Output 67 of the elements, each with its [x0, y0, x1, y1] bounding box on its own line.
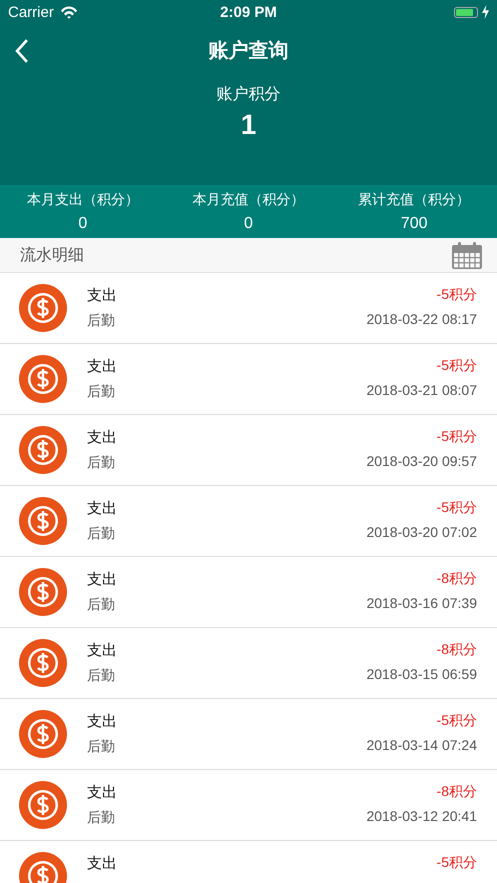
record-amount: -8积分	[436, 783, 477, 801]
section-title: 流水明细	[20, 246, 84, 266]
record-category: 后勤	[87, 454, 116, 472]
record-title: 支出	[87, 570, 118, 589]
record-time: 2018-03-15 06:59	[366, 666, 477, 682]
page-title: 账户查询	[208, 38, 288, 64]
coin-icon	[19, 781, 67, 829]
record-title: 支出	[87, 854, 118, 873]
record-amount: -5积分	[436, 357, 477, 375]
stat-value: 700	[400, 215, 428, 233]
coin-icon	[19, 710, 67, 758]
record-time: 2018-03-16 07:39	[366, 595, 477, 611]
balance-value: 1	[240, 109, 256, 141]
record-title: 支出	[87, 641, 118, 660]
coin-icon	[19, 639, 67, 687]
record-category: 后勤	[87, 312, 116, 330]
record-row[interactable]: 支出 后勤 -5积分 2018-03-20 07:02	[0, 486, 497, 557]
record-amount: -5积分	[436, 428, 477, 446]
record-time: 2018-03-21 08:07	[366, 382, 477, 398]
record-category: 后勤	[87, 809, 116, 827]
record-row[interactable]: 支出 后勤 -8积分 2018-03-16 07:39	[0, 557, 497, 628]
coin-icon	[19, 426, 67, 474]
stat-label: 本月支出（积分）	[26, 191, 139, 209]
stat-value: 0	[78, 215, 88, 233]
status-time: 2:09 PM	[220, 4, 277, 20]
record-amount: -8积分	[436, 570, 477, 588]
coin-icon	[19, 568, 67, 616]
coin-icon	[19, 284, 67, 332]
record-category: 后勤	[87, 383, 116, 401]
record-category: 后勤	[87, 738, 116, 756]
record-row[interactable]: 支出 后勤 -5积分 2018-03-20 09:57	[0, 415, 497, 486]
stat-label: 本月充值（积分）	[192, 191, 304, 209]
record-amount: -5积分	[436, 499, 477, 517]
charging-icon	[482, 5, 489, 19]
record-time: 2018-03-14 07:24	[366, 737, 477, 753]
wifi-icon	[60, 6, 78, 18]
record-time: 2018-03-22 08:17	[366, 311, 477, 327]
carrier-name: Carrier	[8, 4, 54, 20]
stat-value: 0	[244, 215, 253, 233]
record-row[interactable]: 支出 后勤 -5积分 2018-03-14 07:24	[0, 699, 497, 770]
record-row[interactable]: 支出 后勤 -5积分 2018-03-21 08:07	[0, 344, 497, 415]
coin-icon	[19, 355, 67, 403]
record-row[interactable]: 支出 后勤 -8积分 2018-03-12 20:41	[0, 770, 497, 841]
record-category: 后勤	[87, 596, 116, 614]
record-amount: -8积分	[436, 641, 477, 659]
record-title: 支出	[87, 357, 118, 376]
record-row[interactable]: 支出 后勤 -5积分 2018-03-22 08:17	[0, 273, 497, 344]
record-category: 后勤	[87, 525, 116, 543]
battery-icon	[454, 6, 478, 18]
record-amount: -5积分	[436, 286, 477, 304]
record-title: 支出	[87, 428, 118, 447]
record-time: 2018-03-20 07:02	[366, 524, 477, 540]
record-title: 支出	[87, 783, 118, 802]
record-time: 2018-03-12 20:41	[366, 808, 477, 824]
record-category: 后勤	[87, 667, 116, 685]
balance-label: 账户积分	[216, 84, 280, 105]
calendar-icon[interactable]	[452, 242, 482, 268]
record-row[interactable]: 支出 后勤 -8积分 2018-03-15 06:59	[0, 628, 497, 699]
record-title: 支出	[87, 286, 118, 305]
stat-label: 累计充值（积分）	[358, 191, 470, 209]
coin-icon	[19, 497, 67, 545]
record-row[interactable]: 支出 -5积分	[0, 841, 497, 883]
record-title: 支出	[87, 499, 118, 518]
record-amount: -5积分	[436, 854, 477, 872]
record-time: 2018-03-20 09:57	[366, 453, 477, 469]
record-amount: -5积分	[436, 712, 477, 730]
record-title: 支出	[87, 712, 118, 731]
